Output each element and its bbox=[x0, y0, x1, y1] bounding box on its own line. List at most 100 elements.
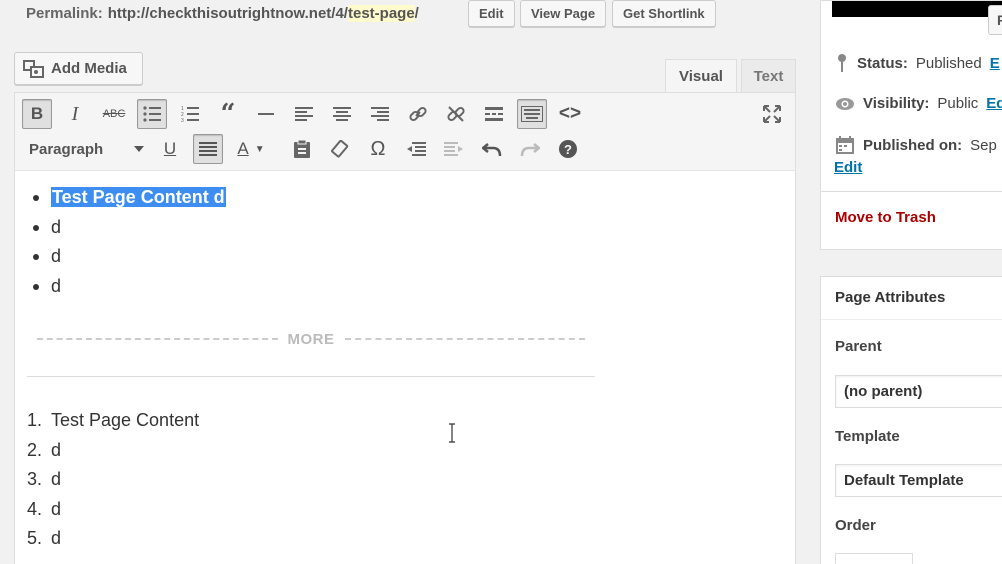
selected-text[interactable]: Test Page Content d bbox=[51, 187, 226, 207]
list-number: 5. bbox=[27, 528, 43, 548]
tab-text[interactable]: Text bbox=[741, 59, 796, 92]
parent-label: Parent bbox=[835, 338, 882, 355]
bullet-list-icon[interactable] bbox=[137, 99, 167, 129]
parent-select[interactable]: (no parent) bbox=[835, 375, 1002, 408]
align-left-icon[interactable] bbox=[289, 99, 319, 129]
page-attributes-box: Page Attributes Parent (no parent) Templ… bbox=[820, 276, 1002, 564]
permalink-label: Permalink: bbox=[26, 4, 103, 22]
clear-formatting-icon[interactable] bbox=[325, 134, 355, 164]
redo-icon[interactable] bbox=[515, 134, 545, 164]
read-more-icon[interactable] bbox=[479, 99, 509, 129]
horizontal-rule bbox=[27, 376, 595, 377]
underline-icon[interactable]: U bbox=[155, 134, 185, 164]
calendar-icon bbox=[836, 136, 854, 154]
editor-content-area[interactable]: Test Page Content d d d d MORE 1. Test Pa… bbox=[14, 171, 796, 564]
align-center-icon[interactable] bbox=[327, 99, 357, 129]
text-color-icon[interactable]: A ▼ bbox=[231, 134, 271, 164]
align-right-icon[interactable] bbox=[365, 99, 395, 129]
horizontal-rule-icon[interactable] bbox=[251, 99, 281, 129]
strikethrough-icon[interactable]: ABC bbox=[99, 99, 129, 129]
list-item[interactable]: 1. Test Page Content bbox=[27, 406, 199, 436]
add-media-button[interactable]: Add Media bbox=[14, 52, 143, 85]
status-edit-link[interactable]: E bbox=[990, 55, 1000, 72]
list-text: d bbox=[51, 469, 62, 489]
edit-permalink-button[interactable]: Edit bbox=[468, 0, 515, 27]
list-item[interactable]: d bbox=[33, 213, 226, 243]
sidebar: P Status: Published E Visibility: Public… bbox=[820, 0, 1002, 564]
insert-link-icon[interactable] bbox=[403, 99, 433, 129]
visibility-edit-link[interactable]: Ed bbox=[986, 95, 1002, 112]
toolbar-toggle-icon[interactable] bbox=[517, 99, 547, 129]
numbered-list: 1. Test Page Content 2. d 3. d 4. d 5. d bbox=[27, 406, 199, 554]
remove-link-icon[interactable] bbox=[441, 99, 471, 129]
permalink-row: Permalink: http://checkthisoutrightnow.n… bbox=[26, 0, 419, 26]
permalink-trailing-slash: / bbox=[414, 4, 419, 22]
outdent-icon[interactable] bbox=[401, 134, 431, 164]
more-dash-right bbox=[344, 338, 585, 340]
italic-icon[interactable]: I bbox=[60, 99, 90, 129]
list-number: 2. bbox=[27, 439, 43, 460]
divider bbox=[821, 319, 1002, 320]
visibility-value: Public bbox=[937, 95, 979, 112]
list-text: d bbox=[51, 498, 62, 519]
published-edit-row: Edit bbox=[834, 159, 862, 176]
status-row: Status: Published E bbox=[835, 53, 1000, 73]
list-item[interactable]: 3. d bbox=[27, 465, 199, 495]
undo-icon[interactable] bbox=[477, 134, 507, 164]
list-number: 3. bbox=[27, 469, 43, 489]
status-label: Status: bbox=[857, 54, 908, 72]
numbered-list-icon[interactable]: 123 bbox=[175, 99, 205, 129]
publish-actions-bar bbox=[832, 1, 1002, 17]
chevron-down-icon bbox=[134, 146, 144, 152]
list-text: d bbox=[51, 528, 62, 548]
list-item[interactable]: 4. d bbox=[27, 495, 199, 525]
text-cursor-icon bbox=[449, 423, 455, 443]
get-shortlink-button[interactable]: Get Shortlink bbox=[612, 0, 716, 27]
eye-icon bbox=[836, 97, 854, 110]
template-select[interactable]: Default Template bbox=[835, 464, 1002, 497]
code-icon[interactable]: <> bbox=[555, 99, 585, 129]
tab-visual[interactable]: Visual bbox=[665, 59, 737, 92]
permalink-base-url[interactable]: http://checkthisoutrightnow.net/4/ bbox=[108, 5, 348, 22]
page-attributes-title[interactable]: Page Attributes bbox=[835, 289, 945, 306]
more-label: MORE bbox=[287, 330, 335, 348]
visibility-label: Visibility: bbox=[863, 95, 930, 112]
fullscreen-icon[interactable] bbox=[757, 99, 787, 129]
publish-box: P Status: Published E Visibility: Public… bbox=[820, 0, 1002, 250]
status-value: Published bbox=[915, 54, 982, 72]
more-dash-left bbox=[37, 338, 278, 340]
list-item[interactable]: 2. d bbox=[27, 436, 199, 466]
move-to-trash-link[interactable]: Move to Trash bbox=[835, 209, 936, 226]
blockquote-icon[interactable]: “ bbox=[213, 99, 243, 129]
paste-text-icon[interactable] bbox=[287, 134, 317, 164]
justify-icon[interactable] bbox=[193, 134, 223, 164]
published-on-label: Published on: bbox=[863, 136, 963, 154]
list-item[interactable]: Test Page Content d bbox=[33, 183, 226, 213]
format-select[interactable]: Paragraph bbox=[21, 134, 148, 164]
add-media-label: Add Media bbox=[51, 60, 127, 77]
media-icon bbox=[23, 59, 45, 79]
more-separator[interactable]: MORE bbox=[37, 329, 585, 349]
list-item[interactable]: d bbox=[33, 272, 226, 302]
visibility-row: Visibility: Public Ed bbox=[835, 95, 1002, 112]
list-item[interactable]: 5. d bbox=[27, 524, 199, 554]
editor-toolbar: B I ABC 123 “ <> Paragraph U A ▼ Ω ? bbox=[14, 92, 796, 171]
help-icon[interactable]: ? bbox=[553, 134, 583, 164]
order-input[interactable] bbox=[835, 553, 913, 564]
list-text: Test Page Content bbox=[51, 410, 200, 430]
publish-button[interactable]: P bbox=[988, 5, 1002, 35]
view-page-button[interactable]: View Page bbox=[520, 0, 607, 27]
permalink-slug[interactable]: test-page bbox=[347, 4, 415, 22]
divider bbox=[821, 191, 1002, 192]
bold-icon[interactable]: B bbox=[22, 99, 52, 129]
page-editor: Permalink: http://checkthisoutrightnow.n… bbox=[0, 0, 1002, 564]
published-on-value: Sep bbox=[970, 136, 997, 154]
template-label: Template bbox=[835, 428, 900, 445]
list-item[interactable]: d bbox=[33, 242, 226, 272]
special-character-icon[interactable]: Ω bbox=[363, 134, 393, 164]
published-on-edit-link[interactable]: Edit bbox=[834, 159, 862, 176]
format-select-value: Paragraph bbox=[29, 140, 104, 158]
svg-text:?: ? bbox=[564, 142, 572, 157]
indent-icon[interactable] bbox=[439, 134, 469, 164]
list-text: d bbox=[51, 439, 62, 460]
